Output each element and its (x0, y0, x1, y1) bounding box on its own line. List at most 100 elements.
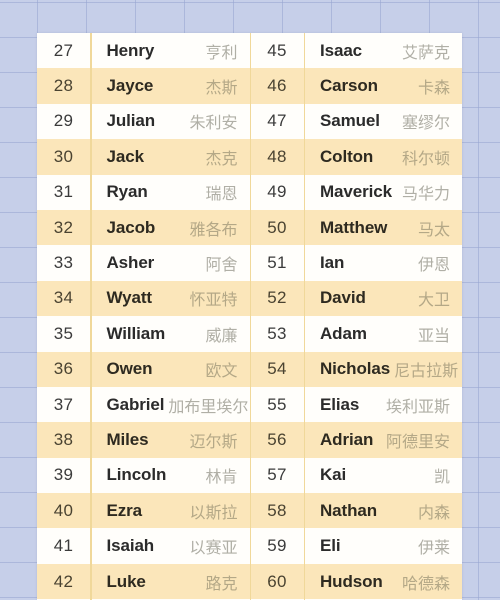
chinese-name-cell: 埃利亚斯 (385, 398, 450, 416)
table-row: 42 Luke 路克 60 Hudson 哈德森 (37, 563, 463, 600)
english-name-cell: Adrian (320, 429, 374, 449)
english-name-cell: Luke (106, 571, 146, 591)
table-row-half-left: 34 Wyatt 怀亚特 (37, 280, 250, 317)
table-row-half-right: 54 Nicholas 尼古拉斯 (249, 351, 463, 387)
chinese-name-cell: 怀亚特 (189, 292, 238, 310)
table-row: 30 Jack 杰克 48 Colton 科尔顿 (37, 139, 463, 175)
english-name-cell: Nicholas (320, 359, 391, 379)
rank-cell: 36 (53, 359, 74, 379)
table-row: 39 Lincoln 林肯 57 Kai 凯 (37, 457, 463, 494)
rank-cell: 31 (53, 182, 74, 202)
rank-cell: 55 (267, 394, 287, 414)
table-row: 28 Jayce 杰斯 46 Carson 卡森 (37, 68, 463, 104)
english-name-cell: Adam (320, 323, 367, 343)
table-row: 36 Owen 欧文 54 Nicholas 尼古拉斯 (37, 351, 463, 387)
rank-cell: 53 (267, 323, 287, 343)
table-row-half-left: 28 Jayce 杰斯 (37, 68, 250, 104)
table-row-half-left: 40 Ezra 以斯拉 (37, 493, 250, 529)
rank-cell: 37 (53, 394, 74, 414)
table-row-half-right: 51 Ian 伊恩 (249, 245, 463, 281)
table-row-half-right: 56 Adrian 阿德里安 (249, 422, 463, 458)
table-row-half-left: 27 Henry 亨利 (37, 33, 250, 69)
chinese-name-cell: 迈尔斯 (189, 433, 238, 451)
rank-cell: 45 (267, 40, 287, 60)
table-row-half-left: 38 Miles 迈尔斯 (37, 422, 250, 458)
chinese-name-cell: 林肯 (205, 469, 238, 487)
rank-cell: 60 (267, 571, 287, 591)
english-name-cell: Maverick (320, 182, 392, 202)
rank-cell: 51 (267, 253, 287, 273)
chinese-name-cell: 雅各布 (189, 221, 238, 239)
rank-cell: 32 (53, 217, 74, 237)
chinese-name-cell: 威廉 (205, 327, 238, 345)
english-name-cell: Ezra (106, 500, 143, 520)
english-name-cell: Miles (106, 429, 149, 449)
rank-cell: 30 (53, 146, 74, 166)
rank-cell: 48 (267, 146, 287, 166)
english-name-cell: Wyatt (106, 288, 153, 308)
chinese-name-cell: 马华力 (401, 186, 450, 204)
english-name-cell: Ian (320, 253, 345, 273)
rank-cell: 28 (53, 76, 74, 96)
table-row-half-left: 29 Julian 朱利安 (37, 103, 250, 140)
english-name-cell: David (320, 288, 366, 308)
english-name-cell: Asher (106, 253, 155, 273)
table-row: 34 Wyatt 怀亚特 52 David 大卫 (37, 280, 463, 317)
english-name-cell: Isaac (320, 40, 363, 60)
english-name-cell: Gabriel (106, 394, 165, 414)
rank-cell: 52 (267, 288, 287, 308)
chinese-name-cell: 马太 (417, 221, 450, 239)
chinese-name-cell: 亚当 (417, 327, 450, 345)
english-name-cell: William (106, 323, 166, 343)
table-row-half-left: 33 Asher 阿舍 (37, 245, 250, 281)
table-row-half-right: 55 Elias 埃利亚斯 (249, 386, 463, 423)
chinese-name-cell: 艾萨克 (401, 44, 450, 62)
english-name-cell: Nathan (320, 500, 378, 520)
rank-cell: 40 (53, 500, 74, 520)
chinese-name-cell: 朱利安 (189, 115, 238, 133)
table-row-half-left: 30 Jack 杰克 (37, 139, 250, 175)
table-row-half-right: 47 Samuel 塞缪尔 (249, 103, 463, 140)
english-name-cell: Ryan (106, 182, 148, 202)
table-row-half-right: 53 Adam 亚当 (249, 316, 463, 352)
table-row-half-right: 48 Colton 科尔顿 (249, 139, 463, 175)
table-row: 33 Asher 阿舍 51 Ian 伊恩 (37, 245, 463, 281)
table-row-half-right: 46 Carson 卡森 (249, 68, 463, 104)
english-name-cell: Julian (106, 111, 156, 131)
chinese-name-cell: 瑞恩 (205, 186, 238, 204)
chinese-name-cell: 哈德森 (401, 575, 450, 593)
chinese-name-cell: 以赛亚 (189, 540, 238, 558)
english-name-cell: Carson (320, 76, 378, 96)
table-row-half-left: 37 Gabriel 加布里埃尔 (37, 386, 250, 423)
table-row-half-right: 57 Kai 凯 (249, 457, 463, 494)
table-row-half-left: 36 Owen 欧文 (37, 351, 250, 387)
rank-cell: 35 (53, 323, 74, 343)
rank-cell: 54 (267, 359, 287, 379)
chinese-name-cell: 杰斯 (205, 80, 238, 98)
table-row-half-right: 60 Hudson 哈德森 (249, 563, 463, 600)
chinese-name-cell: 阿舍 (205, 257, 238, 275)
table-row-half-left: 35 William 威廉 (37, 316, 250, 352)
english-name-cell: Isaiah (106, 536, 155, 556)
rank-cell: 47 (267, 111, 287, 131)
table-row-half-left: 32 Jacob 雅各布 (37, 209, 250, 246)
name-ranking-table: 27 Henry 亨利 45 Isaac 艾萨克 28 Jayce 杰斯 46 Carson 卡森 29… (37, 33, 462, 600)
english-name-cell: Jack (106, 146, 145, 166)
english-name-cell: Henry (106, 40, 155, 60)
chinese-name-cell: 杰克 (205, 150, 238, 168)
table-row-half-left: 42 Luke 路克 (37, 563, 250, 600)
table-row-half-right: 59 Eli 伊莱 (249, 528, 463, 564)
english-name-cell: Eli (320, 536, 341, 556)
rank-cell: 56 (267, 429, 287, 449)
table-row-half-right: 45 Isaac 艾萨克 (249, 33, 463, 69)
table-row-half-right: 52 David 大卫 (249, 280, 463, 317)
english-name-cell: Matthew (320, 217, 388, 237)
chinese-name-cell: 塞缪尔 (401, 115, 450, 133)
rank-cell: 34 (53, 288, 74, 308)
english-name-cell: Owen (106, 359, 153, 379)
chinese-name-cell: 大卫 (417, 292, 450, 310)
english-name-cell: Jacob (106, 217, 156, 237)
chinese-name-cell: 阿德里安 (385, 433, 450, 451)
chinese-name-cell: 路克 (205, 575, 238, 593)
rank-cell: 50 (267, 217, 287, 237)
